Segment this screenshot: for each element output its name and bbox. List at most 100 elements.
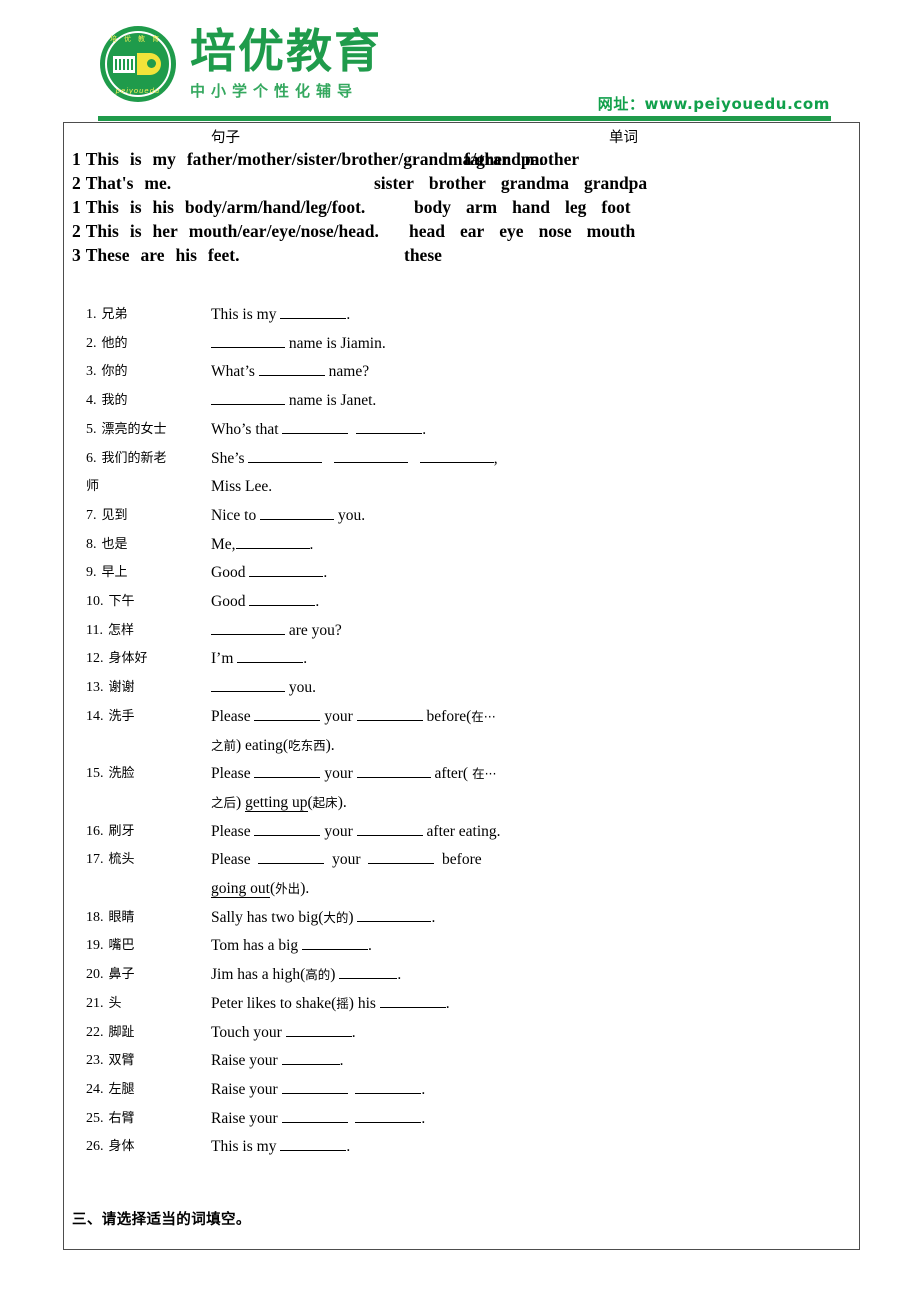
reference-sentence-word: her: [152, 221, 178, 241]
answer-blank[interactable]: [357, 920, 432, 922]
answer-blank[interactable]: [258, 375, 325, 377]
answer-blank[interactable]: [211, 404, 285, 406]
exercise-continuation: going out(外出).: [86, 875, 859, 904]
exercise-item: 7. 见到 Nice to you.: [86, 502, 859, 531]
answer-blank[interactable]: [339, 978, 398, 980]
reference-word: ear: [459, 221, 485, 241]
section-three-title: 三、请选择适当的词填空。: [72, 1212, 251, 1229]
logo-inner-badge: [113, 51, 163, 77]
reference-word: body: [414, 197, 451, 217]
exercise-item: 8. 也是 Me,.: [86, 531, 859, 560]
exercise-number: 25.: [86, 1110, 104, 1126]
answer-blank[interactable]: [285, 1035, 352, 1037]
reference-word: hand: [512, 197, 551, 217]
answer-blank[interactable]: [237, 662, 304, 664]
exercise-sentence: Please your before(在···: [211, 707, 496, 725]
exercise-sentence: Please your before: [211, 851, 482, 869]
reference-word-list: sister brother grandma grandpa: [374, 171, 662, 195]
exercise-chinese-prompt: 23. 双臂: [86, 1053, 135, 1069]
exercise-chinese-prompt: 7. 见到: [86, 507, 128, 523]
reference-sentence: 3 These are his feet.: [72, 243, 250, 267]
answer-blank[interactable]: [282, 432, 349, 434]
reference-word: head: [409, 221, 445, 241]
exercise-item: 2. 他的 name is Jiamin.: [86, 330, 859, 359]
answer-blank[interactable]: [211, 633, 285, 635]
brand-logo-block: 培优教育 peiyouedu 培优教育 中小学个性化辅导: [100, 24, 382, 102]
exercise-number: 17.: [86, 852, 104, 868]
reference-row: 3 These are his feet. these: [64, 243, 859, 267]
answer-blank[interactable]: [281, 1064, 340, 1066]
exercise-number: 22.: [86, 1024, 104, 1040]
exercise-item: 20. 鼻子 Jim has a high(高的) .: [86, 961, 859, 990]
answer-blank[interactable]: [356, 719, 423, 721]
exercise-list: 1. 兄弟 This is my . 2. 他的 name is Jiamin. 3. 你的…: [64, 301, 859, 1162]
exercise-number: 10.: [86, 594, 104, 610]
exercise-chinese-prompt: 16. 刷牙: [86, 823, 135, 839]
answer-blank[interactable]: [281, 1121, 348, 1123]
exercise-chinese-prompt: 17. 梳头: [86, 852, 135, 868]
exercise-chinese-prompt: 9. 早上: [86, 565, 128, 581]
exercise-item: 13. 谢谢 you.: [86, 674, 859, 703]
exercise-item: 4. 我的 name is Janet.: [86, 387, 859, 416]
answer-blank[interactable]: [249, 605, 316, 607]
answer-blank[interactable]: [280, 1150, 347, 1152]
reference-sentence-word: This: [85, 197, 119, 217]
answer-blank[interactable]: [248, 461, 323, 463]
reference-sentence-word: me.: [144, 173, 172, 193]
answer-blank[interactable]: [211, 691, 285, 693]
answer-blank[interactable]: [355, 1092, 422, 1094]
exercise-number: 2.: [86, 335, 97, 351]
answer-blank[interactable]: [356, 834, 423, 836]
exercise-number: 19.: [86, 938, 104, 954]
exercise-sentence: Who’s that .: [211, 420, 427, 438]
exercise-number: 14.: [86, 708, 104, 724]
reference-word-list: head ear eye nose mouth: [409, 219, 650, 243]
answer-blank[interactable]: [258, 863, 325, 865]
exercise-chinese-prompt: 12. 身体好: [86, 651, 148, 667]
exercise-continuation: 之前) eating(吃东西).: [86, 732, 859, 761]
reference-word: mother: [524, 149, 580, 169]
exercise-sentence-continued: Miss Lee.: [211, 478, 273, 496]
answer-blank[interactable]: [334, 461, 409, 463]
exercise-chinese-prompt: 3. 你的: [86, 364, 128, 380]
exercise-sentence: This is my .: [211, 306, 351, 323]
exercise-chinese-prompt: 6. 我们的新老: [86, 450, 167, 466]
exercise-continuation: 师 Miss Lee.: [86, 473, 859, 502]
exercise-chinese-prompt: 1. 兄弟: [86, 307, 128, 322]
reference-word-list: body arm hand leg foot: [414, 195, 646, 219]
answer-blank[interactable]: [302, 949, 369, 951]
answer-blank[interactable]: [355, 1121, 422, 1123]
answer-blank[interactable]: [281, 1092, 348, 1094]
peiyou-logo-icon: 培优教育 peiyouedu: [100, 26, 176, 102]
exercise-chinese-prompt: 4. 我的: [86, 393, 128, 409]
exercise-number: 9.: [86, 565, 97, 581]
exercise-item: 26. 身体 This is my .: [86, 1133, 859, 1162]
answer-blank[interactable]: [419, 461, 494, 463]
reference-sentence: 2 This is her mouth/ear/eye/nose/head.: [72, 219, 390, 243]
answer-blank[interactable]: [254, 834, 321, 836]
answer-blank[interactable]: [379, 1006, 446, 1008]
exercise-chinese-prompt: 20. 鼻子: [86, 967, 135, 983]
answer-blank[interactable]: [235, 547, 310, 549]
reference-row-number: 1: [72, 197, 81, 217]
reference-row-number: 1: [72, 149, 81, 169]
answer-blank[interactable]: [368, 863, 435, 865]
answer-blank[interactable]: [211, 346, 285, 348]
exercise-item: 23. 双臂 Raise your .: [86, 1047, 859, 1076]
answer-blank[interactable]: [260, 518, 335, 520]
answer-blank[interactable]: [356, 777, 431, 779]
answer-blank[interactable]: [254, 777, 321, 779]
answer-blank[interactable]: [280, 318, 347, 319]
reference-sentence-word: is: [129, 149, 142, 169]
exercise-sentence: Please your after eating.: [211, 822, 501, 840]
reference-sentence-word: is: [129, 221, 142, 241]
reference-row-number: 2: [72, 173, 81, 193]
answer-blank[interactable]: [356, 432, 423, 434]
exercise-item: 12. 身体好 I’m .: [86, 645, 859, 674]
reference-sentence-word: feet.: [207, 245, 240, 265]
answer-blank[interactable]: [249, 576, 324, 578]
answer-blank[interactable]: [254, 719, 321, 721]
brand-name: 培优教育: [190, 24, 382, 78]
exercise-sentence: Raise your .: [211, 1052, 344, 1070]
exercise-item: 17. 梳头 Please your before: [86, 846, 859, 875]
